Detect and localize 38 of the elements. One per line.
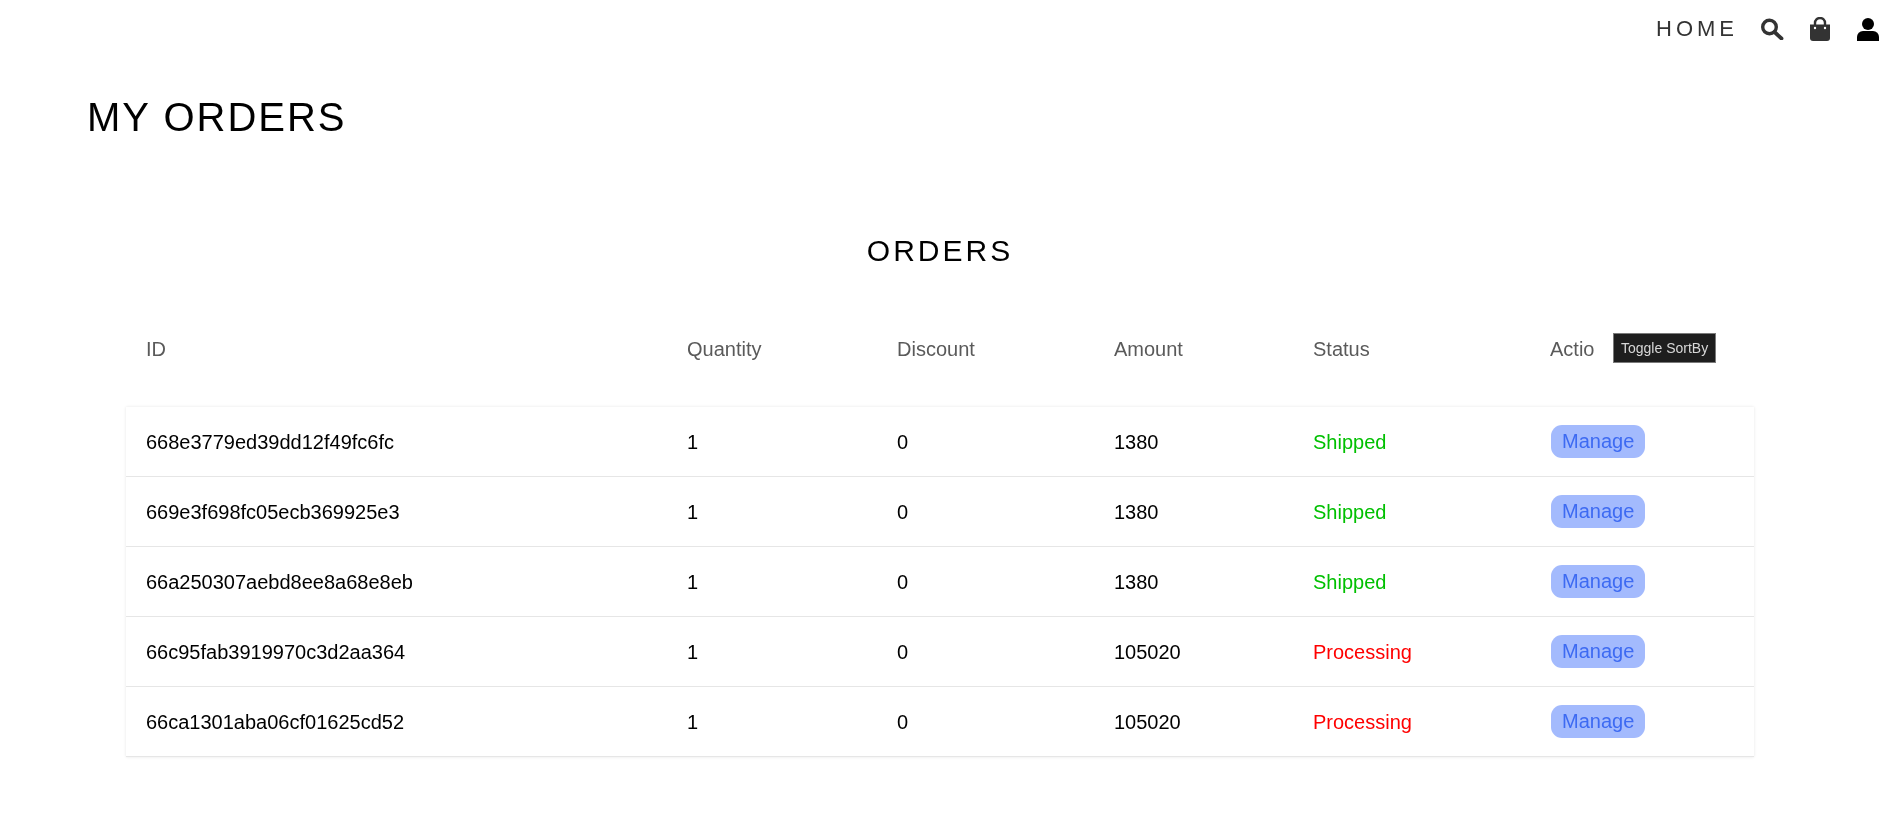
table-cell: 0 bbox=[897, 570, 909, 593]
table-cell: 1 bbox=[687, 710, 699, 733]
table-cell: 1380 bbox=[1114, 500, 1159, 523]
column-header[interactable]: Status bbox=[1313, 335, 1370, 363]
table-cell: 0 bbox=[897, 430, 909, 453]
column-header[interactable]: ID bbox=[146, 335, 166, 363]
table-cell: 1 bbox=[687, 640, 699, 663]
search-icon[interactable] bbox=[1760, 18, 1784, 40]
user-icon[interactable] bbox=[1857, 17, 1879, 41]
table-cell: 0 bbox=[897, 640, 909, 663]
status-label: Processing bbox=[1313, 640, 1412, 663]
table-cell: 668e3779ed39dd12f49fc6fc bbox=[146, 430, 394, 453]
table-cell: 66ca1301aba06cf01625cd52 bbox=[146, 710, 405, 733]
table-cell: 1380 bbox=[1114, 430, 1159, 453]
tooltip: Toggle SortBy bbox=[1613, 333, 1717, 363]
table-cell: 669e3f698fc05ecb369925e3 bbox=[146, 500, 400, 523]
column-header[interactable]: Actio bbox=[1550, 335, 1595, 363]
table-cell: 0 bbox=[897, 710, 909, 733]
table-cell: 1 bbox=[687, 500, 699, 523]
column-header[interactable]: Amount bbox=[1114, 335, 1183, 363]
section-heading: ORDERS bbox=[866, 233, 1014, 269]
status-label: Processing bbox=[1313, 710, 1412, 733]
table-cell: 105020 bbox=[1114, 640, 1181, 663]
column-header[interactable]: Discount bbox=[897, 335, 975, 363]
column-header[interactable]: Quantity bbox=[687, 335, 762, 363]
page-title: MY ORDERS bbox=[87, 94, 347, 141]
home-link[interactable]: HOME bbox=[1656, 18, 1738, 40]
table-cell: 105020 bbox=[1114, 710, 1181, 733]
table-cell: 1 bbox=[687, 570, 699, 593]
status-label: Shipped bbox=[1313, 500, 1387, 523]
status-label: Shipped bbox=[1313, 570, 1387, 593]
status-label: Shipped bbox=[1313, 430, 1387, 453]
table-cell: 0 bbox=[897, 500, 909, 523]
table-cell: 1380 bbox=[1114, 570, 1159, 593]
table-cell: 66a250307aebd8ee8a68e8eb bbox=[146, 570, 413, 593]
table-cell: 1 bbox=[687, 430, 699, 453]
shopping-bag-icon[interactable] bbox=[1809, 17, 1831, 41]
table-cell: 66c95fab3919970c3d2aa364 bbox=[146, 640, 406, 663]
